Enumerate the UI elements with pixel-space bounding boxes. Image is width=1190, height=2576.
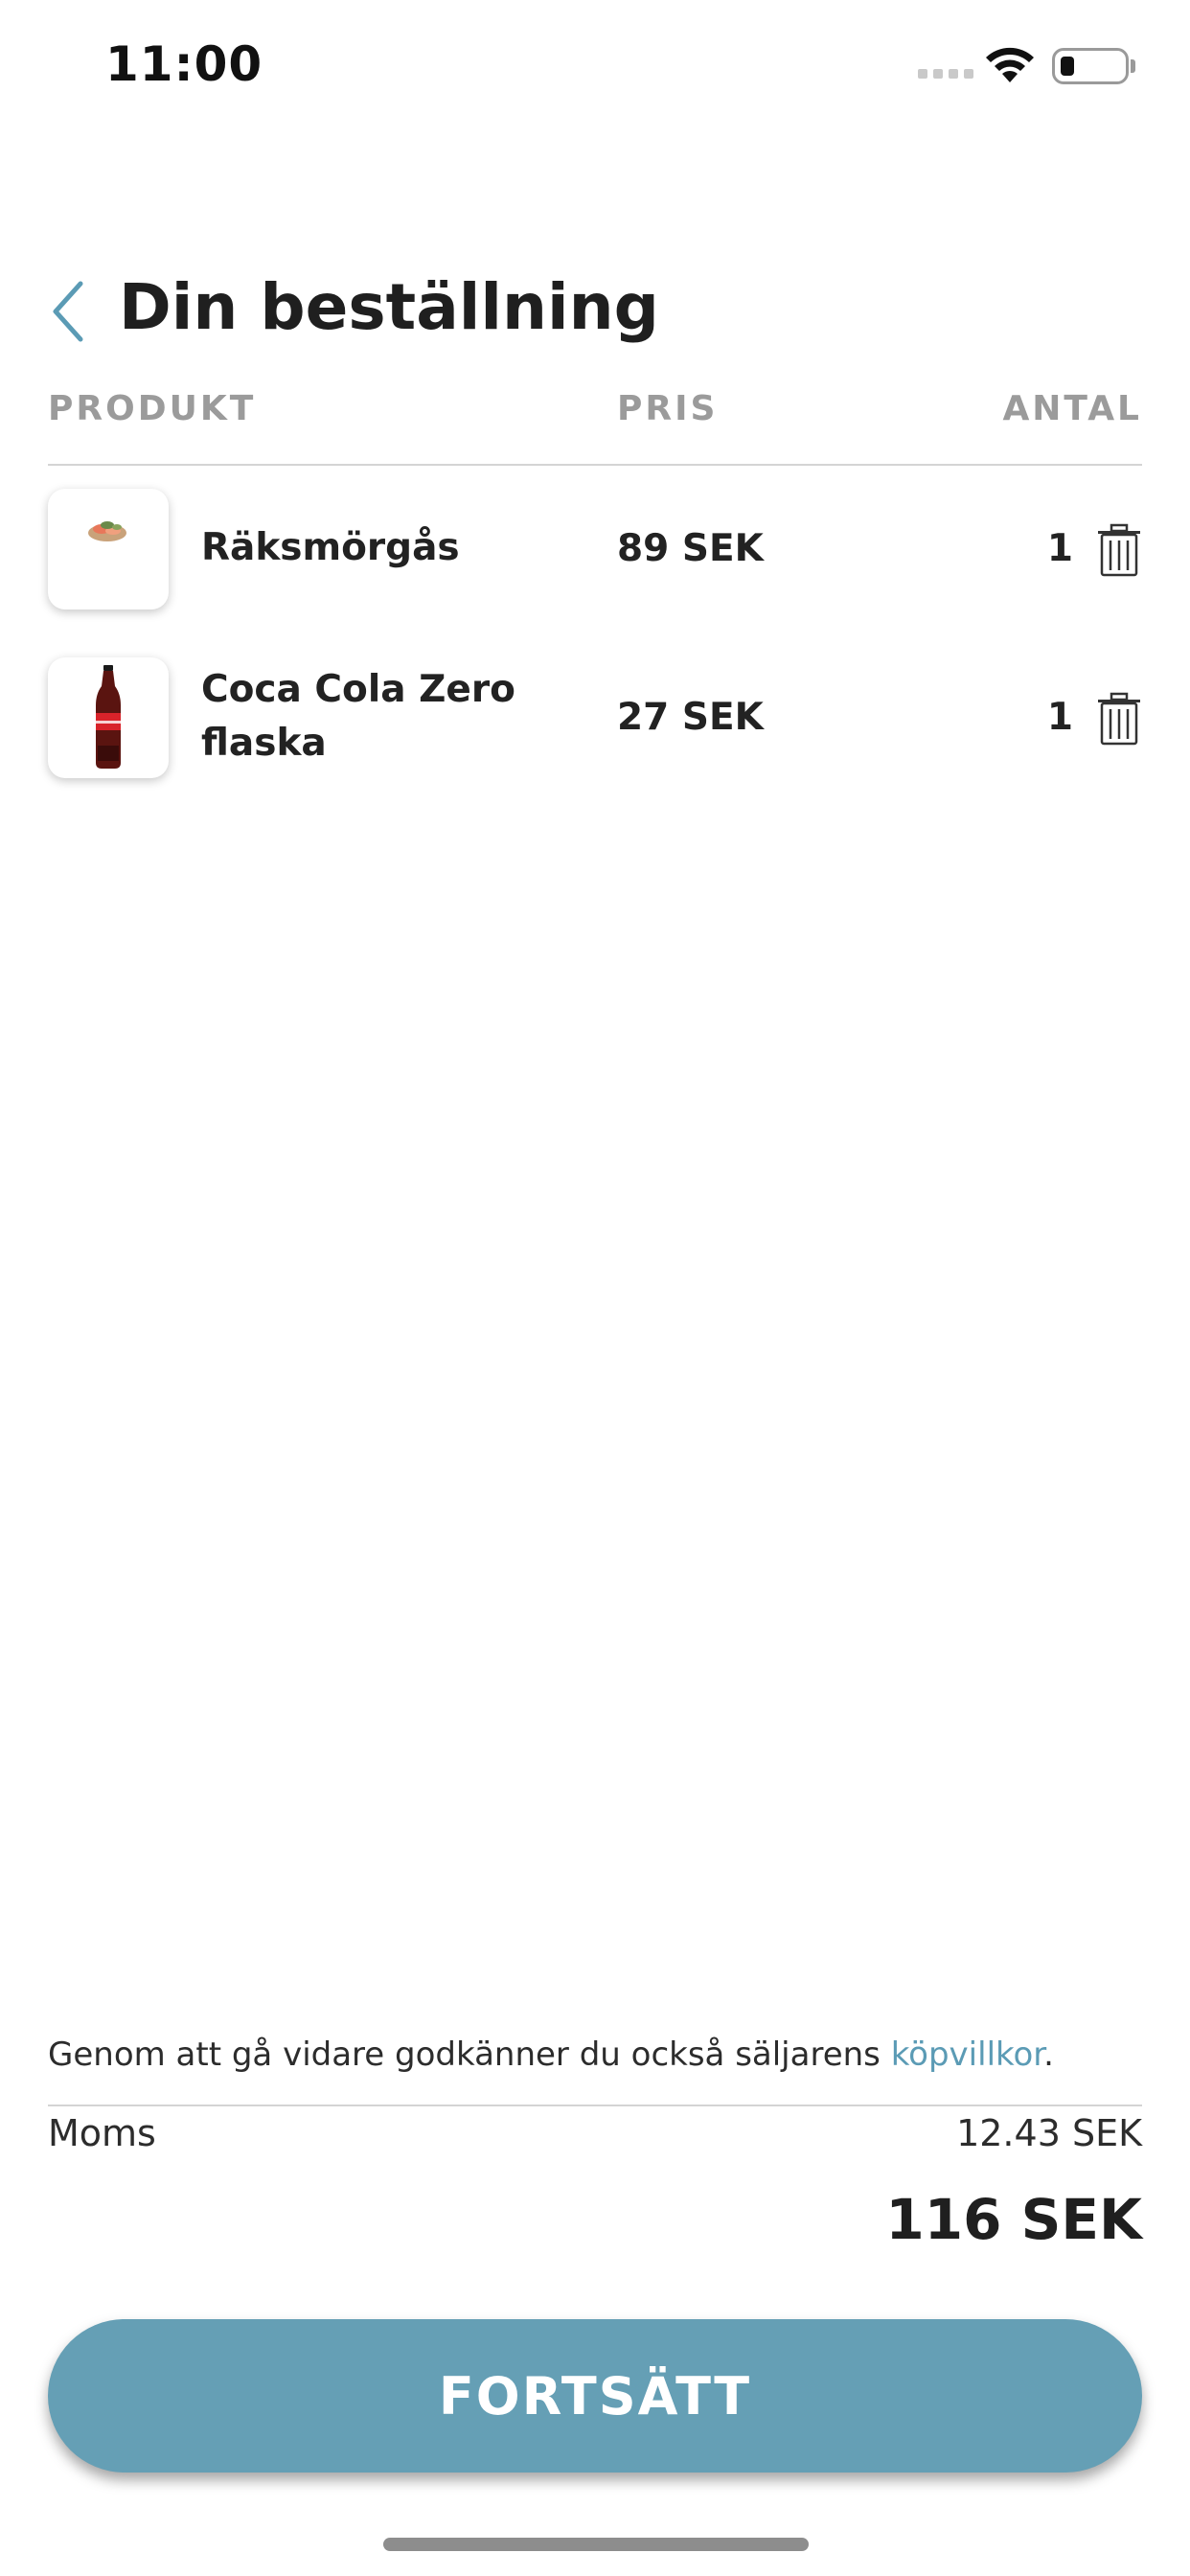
- vat-label: Moms: [48, 2112, 156, 2154]
- item-quantity: 1: [1046, 527, 1073, 570]
- status-bar: 11:00: [0, 0, 1190, 134]
- column-header-price: PRIS: [617, 389, 719, 428]
- column-header-product: PRODUKT: [48, 389, 257, 428]
- column-header-quantity: ANTAL: [1002, 389, 1142, 428]
- trash-icon[interactable]: [1096, 523, 1142, 577]
- battery-cap: [1131, 59, 1135, 73]
- header-divider: [48, 464, 1142, 466]
- item-quantity: 1: [1046, 696, 1073, 739]
- footer-divider: [48, 2104, 1142, 2106]
- page-title: Din beställning: [119, 270, 659, 344]
- battery-icon: [1052, 48, 1129, 84]
- item-price: 27 SEK: [617, 696, 764, 739]
- vat-value: 12.43 SEK: [956, 2112, 1142, 2154]
- terms-suffix: .: [1043, 2036, 1054, 2074]
- home-indicator[interactable]: [383, 2538, 809, 2551]
- cellular-signal-icon: [918, 69, 973, 79]
- table-row: Coca Cola Zero flaska 27 SEK 1: [48, 657, 1142, 780]
- terms-link[interactable]: köpvillkor: [891, 2036, 1043, 2074]
- status-time: 11:00: [105, 36, 263, 92]
- continue-button[interactable]: FORTSÄTT: [48, 2319, 1142, 2472]
- item-name: Räksmörgås: [201, 526, 460, 569]
- item-price: 89 SEK: [617, 527, 764, 570]
- cola-bottle-image: [48, 657, 169, 778]
- table-row: Räksmörgås 89 SEK 1: [48, 489, 1142, 611]
- terms-prefix: Genom att gå vidare godkänner du också s…: [48, 2036, 891, 2074]
- wifi-icon: [986, 47, 1034, 82]
- trash-icon[interactable]: [1096, 692, 1142, 746]
- shrimp-sandwich-image: [48, 489, 169, 610]
- item-name: Coca Cola Zero flaska: [201, 668, 515, 765]
- order-total: 116 SEK: [885, 2187, 1142, 2252]
- back-chevron-icon[interactable]: [44, 276, 98, 347]
- terms-text: Genom att gå vidare godkänner du också s…: [48, 2036, 1054, 2074]
